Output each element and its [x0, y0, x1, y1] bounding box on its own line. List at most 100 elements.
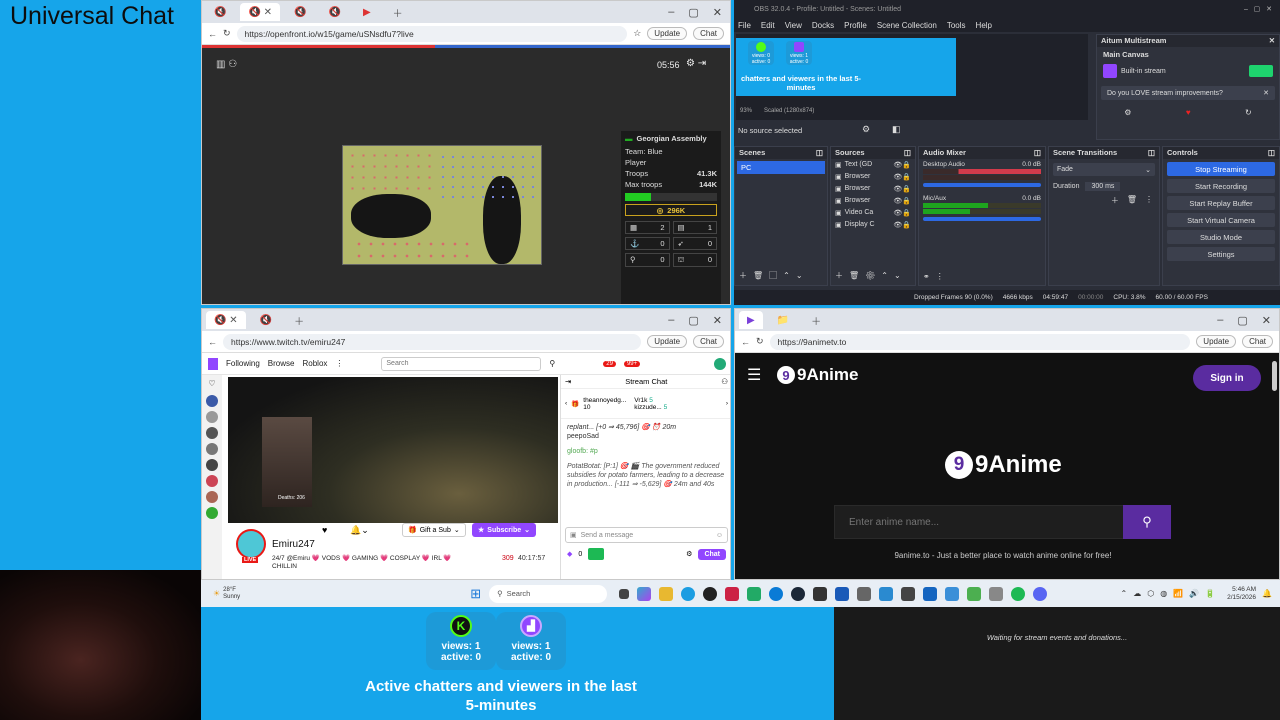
tab-5[interactable]: ▶	[355, 3, 379, 21]
heart-icon[interactable]: ♥	[1186, 108, 1191, 117]
nav-browse[interactable]: Browse	[268, 359, 295, 368]
points-button[interactable]	[588, 548, 605, 560]
menu-help[interactable]: Help	[976, 21, 992, 30]
update-button[interactable]: Update	[647, 27, 688, 40]
sidebar-channel-3[interactable]	[206, 427, 218, 439]
sidebar-heart-icon[interactable]: ♡	[206, 379, 218, 391]
game-map[interactable]	[342, 145, 542, 265]
menu-tools[interactable]: Tools	[947, 21, 966, 30]
streamer-avatar[interactable]	[236, 529, 266, 559]
nine-url-field[interactable]: https://9animetv.to	[769, 333, 1191, 350]
twitch-url-field[interactable]: https://www.twitch.tv/emiru247	[223, 333, 642, 350]
source-properties-icon[interactable]: ⚙	[862, 124, 870, 135]
sidebar-channel-2[interactable]	[206, 411, 218, 423]
twitch-new-tab-icon[interactable]: ＋	[286, 311, 312, 329]
notify-bell-icon[interactable]: 🔔⌄	[350, 525, 369, 536]
new-tab-icon[interactable]: ＋	[385, 3, 411, 21]
transition-menu-icon[interactable]: ⋮	[1145, 195, 1153, 206]
remove-transition-icon[interactable]: 🗑	[1127, 195, 1137, 206]
notification-badge-2[interactable]: 99+	[623, 360, 641, 367]
nine-new-tab-icon[interactable]: ＋	[803, 311, 829, 329]
source-2[interactable]: Browser	[845, 185, 871, 193]
twitch-logo-icon[interactable]	[208, 357, 218, 370]
sidebar-channel-7[interactable]	[206, 491, 218, 503]
start-recording-button[interactable]: Start Recording	[1167, 179, 1275, 193]
tab-active[interactable]: 🔇 ✕	[240, 3, 281, 21]
app-icon-6[interactable]	[879, 586, 894, 601]
tray-icons[interactable]: ⌃☁⬡◍📶🔊🔋	[1121, 589, 1222, 598]
settings-button[interactable]: Settings	[1167, 247, 1275, 261]
more-icon[interactable]: ⋮	[335, 359, 343, 368]
collapse-chat-icon[interactable]: ⇥	[565, 377, 571, 386]
emote-icon[interactable]: ☺	[716, 532, 723, 539]
search-icon[interactable]: ⚲	[549, 359, 555, 368]
next-icon[interactable]: ›	[726, 400, 728, 407]
nav-roblox[interactable]: Roblox	[302, 359, 327, 368]
nine-tab[interactable]: ▶	[739, 311, 763, 329]
search-button[interactable]: ⚲	[1123, 505, 1171, 539]
streamer-name[interactable]: Emiru247	[272, 539, 315, 550]
refresh-icon[interactable]: ↻	[1245, 108, 1252, 117]
menu-docks[interactable]: Docks	[812, 21, 834, 30]
sidebar-channel-6[interactable]	[206, 475, 218, 487]
menu-profile[interactable]: Profile	[844, 21, 867, 30]
chat-button[interactable]: Chat	[693, 27, 724, 40]
taskbar-search[interactable]: ⚲ Search	[489, 584, 608, 603]
obs-icon[interactable]	[703, 586, 718, 601]
twitch-window-controls[interactable]: – ▢ ✕	[668, 314, 730, 327]
chat-settings-icon[interactable]: ⚙	[686, 550, 692, 558]
weather-icon[interactable]: ☀	[213, 589, 220, 598]
stop-streaming-button[interactable]: Stop Streaming	[1167, 162, 1275, 176]
studio-mode-button[interactable]: Studio Mode	[1167, 230, 1275, 244]
star-icon[interactable]: ☆	[633, 28, 641, 39]
mic-volume-slider[interactable]	[923, 217, 1041, 221]
app-icon-11[interactable]	[989, 586, 1004, 601]
preview-zoom[interactable]: 93%	[740, 108, 752, 114]
edge-icon-2[interactable]	[769, 586, 784, 601]
obs-window-controls[interactable]: – ▢ ✕	[1244, 5, 1280, 13]
dock-close-icon[interactable]: ✕	[1269, 35, 1275, 47]
desktop-volume-slider[interactable]	[923, 183, 1041, 187]
url-field[interactable]: https://openfront.io/w15/game/uSNsdfu7?l…	[236, 25, 628, 42]
reload-icon[interactable]: ↻	[756, 336, 764, 347]
prev-icon[interactable]: ‹	[565, 400, 567, 407]
nine-window-controls[interactable]: – ▢ ✕	[1217, 314, 1279, 327]
app-icon-9[interactable]	[945, 586, 960, 601]
twitch-tab[interactable]: 🔇 ✕	[206, 311, 246, 329]
source-5[interactable]: Display C	[845, 221, 875, 229]
tab-1[interactable]: 🔇	[206, 3, 234, 21]
sidebar-channel-1[interactable]	[206, 395, 218, 407]
menu-scene-collection[interactable]: Scene Collection	[877, 21, 937, 30]
scrollbar[interactable]	[1272, 361, 1277, 391]
subscribe-button[interactable]: ★ Subscribe ⌄	[472, 523, 537, 537]
sources-toolbar[interactable]: ＋🗑⚙⌃⌄	[835, 270, 907, 281]
duration-field[interactable]: 300 ms	[1085, 182, 1121, 191]
source-1[interactable]: Browser	[845, 173, 871, 181]
sidebar-channel-8[interactable]	[206, 507, 218, 519]
nine-update-button[interactable]: Update	[1196, 335, 1237, 348]
start-replay-buffer-button[interactable]: Start Replay Buffer	[1167, 196, 1275, 210]
chat-input[interactable]: ▣ Send a message ☺	[565, 527, 728, 543]
window-controls[interactable]: – ▢ ✕	[668, 6, 730, 19]
steam-icon[interactable]	[791, 586, 806, 601]
avatar[interactable]	[714, 357, 726, 370]
hamburger-icon[interactable]: ☰	[747, 365, 761, 385]
back-icon[interactable]: ←	[208, 337, 217, 347]
spotify-icon[interactable]	[1011, 586, 1026, 601]
leaderboard-icon[interactable]: ▥ ⚇	[216, 59, 237, 70]
notification-badge-1[interactable]: 29	[603, 360, 616, 367]
discord-icon[interactable]	[1033, 586, 1048, 601]
taskview-icon[interactable]	[619, 588, 630, 599]
tab-4[interactable]: 🔇	[321, 3, 349, 21]
menu-view[interactable]: View	[785, 21, 802, 30]
twitch-search-input[interactable]	[381, 356, 542, 371]
aitum-settings-icon[interactable]: ⚙	[1124, 108, 1131, 117]
mixer-toolbar[interactable]: ⚭⋮	[923, 272, 950, 281]
nav-following[interactable]: Following	[226, 359, 260, 368]
twitch-update-button[interactable]: Update	[647, 335, 688, 348]
back-icon[interactable]: ←	[208, 29, 217, 39]
gift-sub-button[interactable]: 🎁 Gift a Sub ⌄	[402, 523, 466, 537]
header-logo[interactable]: 9 9Anime	[777, 365, 858, 385]
twitch-chat-button[interactable]: Chat	[693, 335, 724, 348]
points-icon[interactable]: ◆	[567, 550, 572, 558]
